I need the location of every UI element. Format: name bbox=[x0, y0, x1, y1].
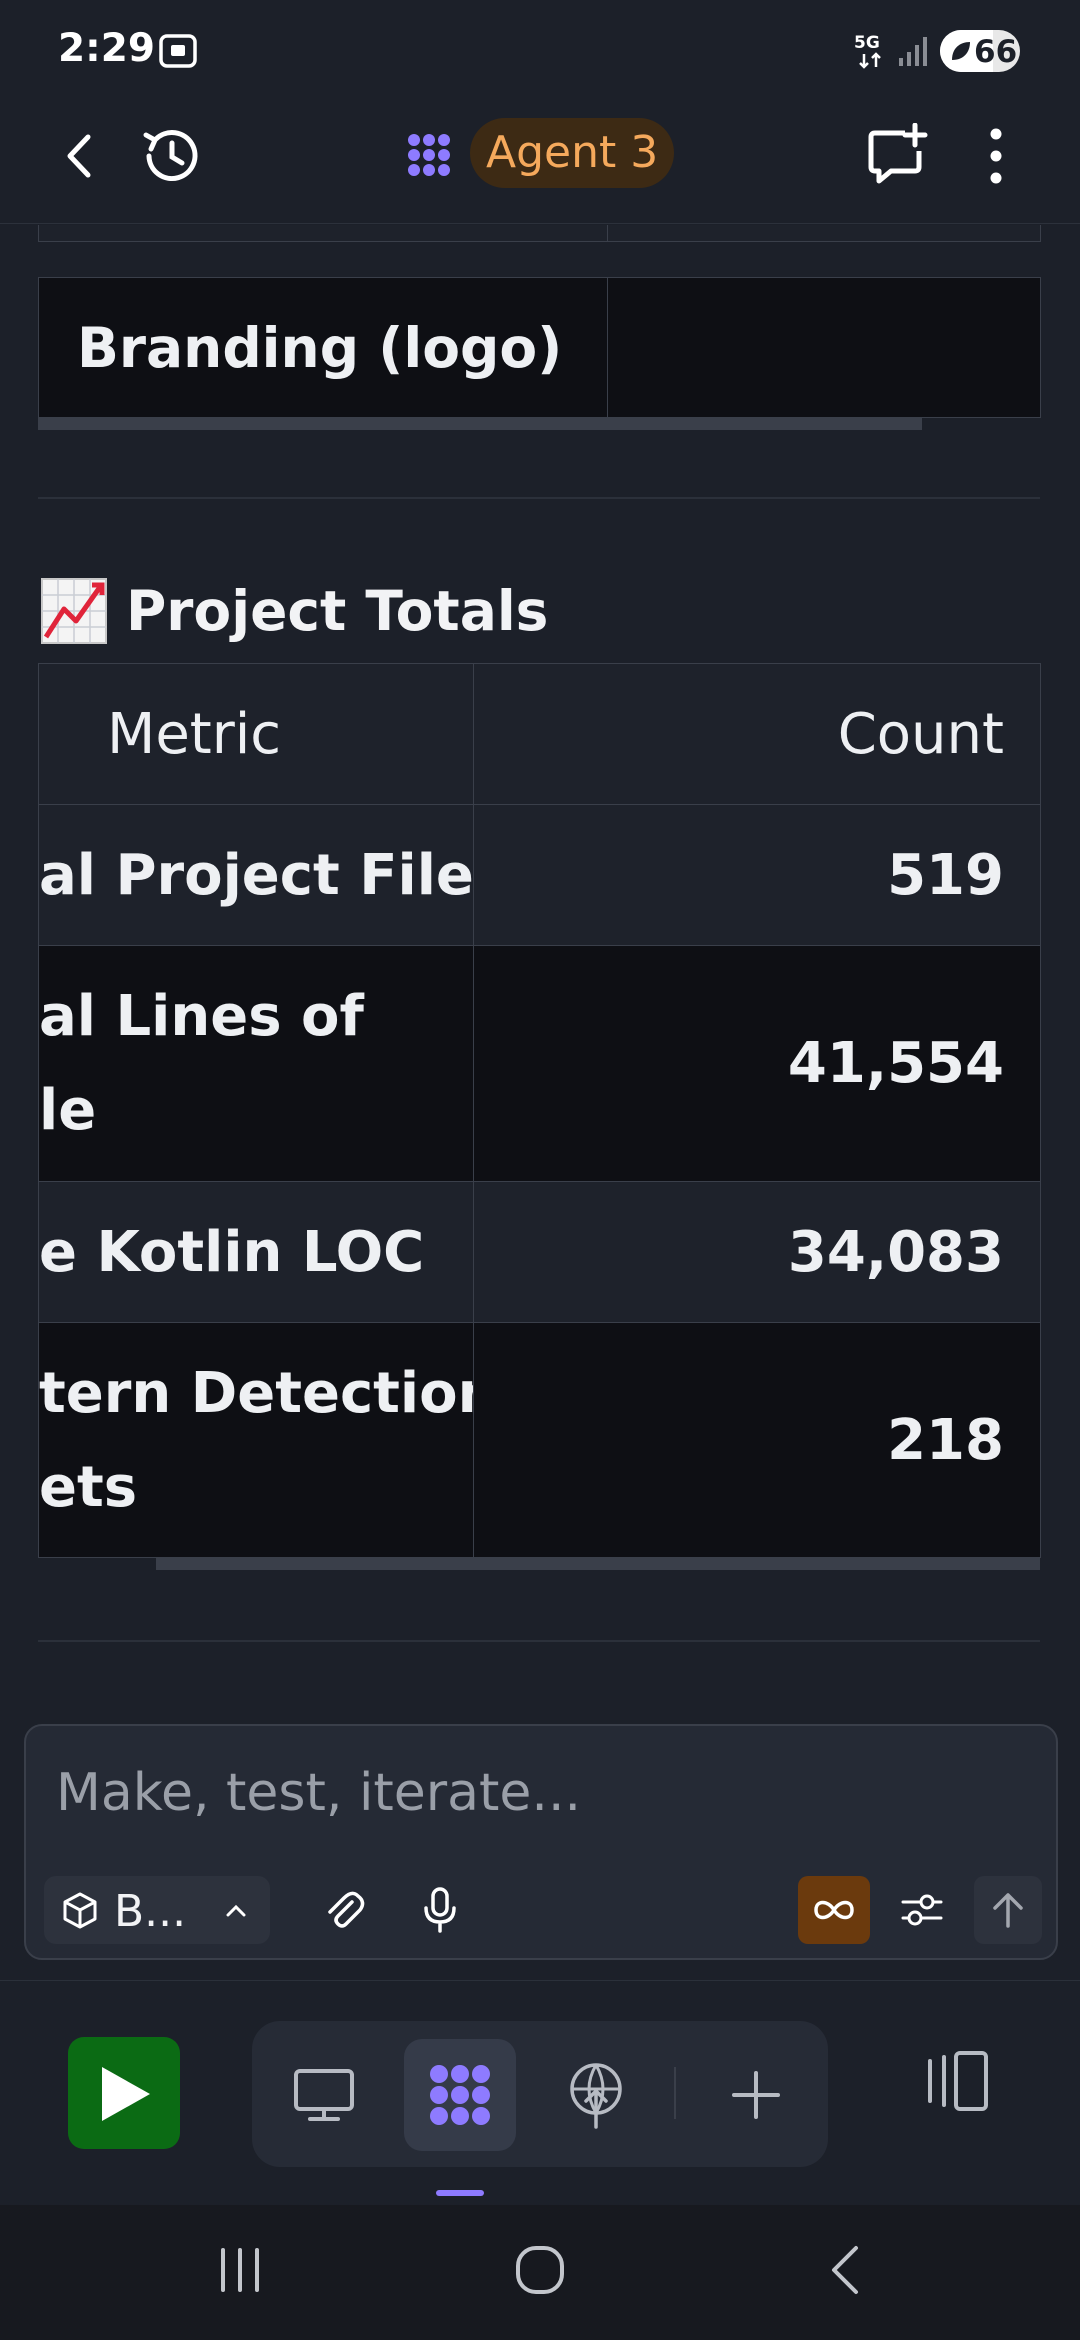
back-icon bbox=[67, 134, 91, 178]
status-time: 2:29 bbox=[58, 26, 156, 71]
system-navigation-bar bbox=[0, 2205, 1080, 2340]
leaf-icon bbox=[952, 42, 970, 60]
row-count-text: 41,554 bbox=[787, 1031, 1004, 1096]
new-tab-button[interactable] bbox=[700, 2039, 812, 2151]
infinity-icon bbox=[814, 1900, 854, 1920]
message-input[interactable] bbox=[56, 1758, 1016, 1828]
prev-table-cell bbox=[607, 277, 1041, 418]
row-count-text: 519 bbox=[887, 842, 1004, 908]
send-button[interactable] bbox=[974, 1876, 1042, 1944]
layout-icon bbox=[928, 2051, 988, 2111]
header-count: Count bbox=[837, 701, 1004, 767]
history-icon bbox=[143, 130, 198, 182]
nav-separator bbox=[674, 2067, 676, 2119]
system-back-button[interactable] bbox=[806, 2235, 886, 2305]
table-row-metric: al Lines of le bbox=[38, 945, 474, 1182]
play-icon bbox=[102, 2067, 150, 2121]
prev-table-feature: Branding (logo) bbox=[77, 315, 563, 380]
row-count-text: 34,083 bbox=[787, 1219, 1004, 1285]
section-divider bbox=[38, 497, 1040, 499]
recents-icon bbox=[221, 2248, 259, 2292]
plus-icon bbox=[732, 2071, 780, 2119]
row-count-text: 218 bbox=[887, 1407, 1004, 1473]
run-button[interactable] bbox=[68, 2037, 180, 2149]
home-icon bbox=[516, 2246, 564, 2294]
history-button[interactable] bbox=[138, 122, 206, 190]
network-5g-icon: 5G bbox=[854, 33, 881, 69]
sliders-icon bbox=[901, 1894, 943, 1926]
table-row-count: 218 bbox=[473, 1322, 1041, 1558]
table-row-count: 519 bbox=[473, 804, 1041, 946]
paperclip-icon bbox=[328, 1891, 365, 1928]
bottom-navigation bbox=[0, 1980, 1080, 2205]
table-header-cell: Metric bbox=[38, 663, 474, 805]
table-row-metric: e Kotlin LOC bbox=[38, 1181, 474, 1323]
battery-percentage: 66 bbox=[974, 34, 1018, 70]
table-row-count: 34,083 bbox=[473, 1181, 1041, 1323]
chart-increasing-icon bbox=[41, 578, 107, 644]
new-chat-button[interactable] bbox=[862, 120, 932, 190]
status-bar: 2:29 5G 66 bbox=[0, 0, 1080, 104]
model-chip-label: B... bbox=[114, 1886, 187, 1937]
chevron-up-icon bbox=[226, 1904, 246, 1917]
prev-table-cell bbox=[38, 225, 608, 242]
new-chat-icon bbox=[868, 123, 928, 184]
table-row-metric: tern Detection ets bbox=[38, 1322, 474, 1558]
agent-tab[interactable] bbox=[404, 2039, 516, 2151]
top-app-bar: Agent 3 bbox=[0, 104, 1080, 224]
network-label: 5G bbox=[854, 33, 880, 53]
section-divider bbox=[38, 1640, 1040, 1642]
arrow-up-icon bbox=[993, 1893, 1023, 1928]
chat-content[interactable]: Branding (logo) Project Totals Metric Co… bbox=[0, 225, 1080, 1725]
more-options-button[interactable] bbox=[966, 124, 1026, 188]
active-tab-indicator bbox=[436, 2190, 484, 2196]
prev-table-cell: Branding (logo) bbox=[38, 277, 608, 418]
agent-logo-icon bbox=[408, 134, 450, 176]
row-metric-text: al Project Files bbox=[39, 842, 474, 908]
row-metric-text-line2: le bbox=[39, 1078, 97, 1143]
microphone-button[interactable] bbox=[406, 1876, 474, 1944]
agent-selector-pill[interactable]: Agent 3 bbox=[470, 118, 675, 188]
row-metric-text-line2: ets bbox=[39, 1455, 138, 1520]
prev-table-scrollbar[interactable] bbox=[38, 418, 922, 430]
agent-icon bbox=[430, 2065, 490, 2125]
back-button[interactable] bbox=[50, 126, 110, 186]
layout-toggle-button[interactable] bbox=[922, 2045, 994, 2117]
back-icon bbox=[832, 2246, 858, 2294]
workspace-nav-group bbox=[252, 2021, 828, 2167]
totals-table-scrollbar[interactable] bbox=[156, 1558, 1040, 1570]
header-metric: Metric bbox=[107, 701, 282, 767]
prev-table-cell bbox=[607, 225, 1041, 242]
desktop-icon bbox=[294, 2069, 354, 2121]
preview-tab[interactable] bbox=[268, 2039, 380, 2151]
recents-button[interactable] bbox=[200, 2235, 280, 2305]
table-row-count: 41,554 bbox=[473, 945, 1041, 1182]
section-title: Project Totals bbox=[40, 577, 548, 645]
row-metric-text: al Lines of bbox=[39, 984, 364, 1049]
attach-button[interactable] bbox=[310, 1876, 378, 1944]
more-vertical-icon bbox=[990, 128, 1002, 184]
signal-icon bbox=[899, 37, 927, 66]
row-metric-text: tern Detection bbox=[39, 1361, 474, 1426]
table-row-metric: al Project Files bbox=[38, 804, 474, 946]
section-title-text: Project Totals bbox=[126, 579, 549, 643]
message-composer: B... bbox=[24, 1724, 1058, 1960]
autonomous-mode-button[interactable] bbox=[798, 1876, 870, 1944]
table-header-cell: Count bbox=[473, 663, 1041, 805]
home-button[interactable] bbox=[500, 2235, 580, 2305]
cube-icon bbox=[63, 1892, 97, 1929]
microphone-icon bbox=[424, 1887, 456, 1933]
model-selector-chip[interactable]: B... bbox=[44, 1876, 270, 1944]
settings-button[interactable] bbox=[888, 1876, 956, 1944]
deploy-icon bbox=[570, 2063, 622, 2129]
deploy-tab[interactable] bbox=[540, 2039, 652, 2151]
battery-indicator: 66 bbox=[940, 30, 1020, 72]
screen-capture-icon bbox=[159, 34, 197, 68]
row-metric-text: e Kotlin LOC bbox=[39, 1219, 425, 1285]
